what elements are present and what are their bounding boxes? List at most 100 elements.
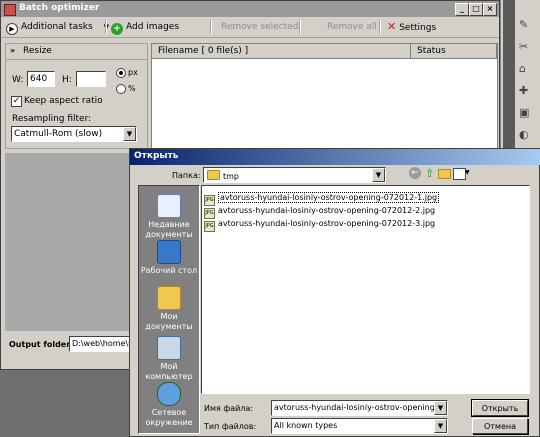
- resize-panel-header[interactable]: » Resize: [6, 44, 147, 60]
- plus-icon: +: [111, 23, 123, 35]
- chevron-down-icon[interactable]: ▼: [372, 168, 385, 182]
- toolbar-separator: [105, 20, 107, 34]
- output-folder-label: Output folder:: [9, 340, 74, 349]
- tool-icon[interactable]: ✎: [519, 18, 535, 32]
- tool-icon[interactable]: ◐: [519, 128, 535, 142]
- file-name-label: Имя файла:: [204, 404, 254, 413]
- dialog-titlebar[interactable]: Открыть: [130, 149, 540, 165]
- file-item[interactable]: JPG avtoruss-hyundai-losiniy-ostrov-openi…: [204, 218, 436, 232]
- file-name: avtoruss-hyundai-losiniy-ostrov-opening-…: [218, 206, 436, 215]
- place-desktop[interactable]: Рабочий стол: [139, 240, 199, 276]
- window-title: Batch optimizer: [19, 3, 100, 13]
- remove-all-button[interactable]: Remove all: [327, 20, 377, 34]
- batch-optimizer-titlebar[interactable]: Batch optimizer _ □ ×: [1, 1, 499, 17]
- folder-icon: [438, 169, 451, 179]
- keep-aspect-checkbox[interactable]: ✓: [11, 96, 22, 107]
- tool-icon[interactable]: ▣: [519, 106, 535, 120]
- toolbar: ▶Additional tasks ▼ +Add images Remove s…: [2, 17, 499, 38]
- new-folder-icon[interactable]: [438, 169, 451, 181]
- my-documents-icon: [157, 286, 181, 310]
- settings-button[interactable]: ✕ Settings: [387, 20, 436, 34]
- file-list[interactable]: Filename [ 0 file(s) ] Status: [151, 43, 498, 151]
- place-label: Мой компьютер: [145, 362, 193, 381]
- unit-px-radio[interactable]: [116, 68, 126, 78]
- place-label: Рабочий стол: [140, 266, 198, 275]
- resampling-value: Catmull-Rom (slow): [14, 129, 103, 139]
- folder-icon: [207, 170, 220, 180]
- play-icon: ▶: [6, 23, 18, 35]
- additional-tasks-label: Additional tasks: [21, 22, 93, 32]
- width-label: W:: [12, 75, 24, 85]
- minimize-button[interactable]: _: [455, 3, 469, 16]
- unit-percent-label: %: [128, 84, 136, 93]
- file-name-input[interactable]: avtoruss-hyundai-losiniy-ostrov-opening-…: [271, 400, 448, 416]
- look-in-select[interactable]: tmp ▼: [203, 167, 386, 183]
- tool-icon[interactable]: ✚: [519, 84, 535, 98]
- up-folder-icon[interactable]: ⇧: [425, 167, 434, 180]
- settings-label: Settings: [399, 23, 437, 33]
- desktop-icon: [157, 240, 181, 264]
- close-button[interactable]: ×: [483, 3, 497, 16]
- keep-aspect-label: Keep aspect ratio: [24, 96, 103, 106]
- tool-icon[interactable]: ✂: [519, 40, 535, 54]
- places-bar: Недавние документы Рабочий стол Мои доку…: [138, 185, 200, 434]
- resampling-label: Resampling filter:: [12, 114, 92, 124]
- status-column-header[interactable]: Status: [411, 44, 497, 59]
- collapse-icon[interactable]: »: [10, 46, 15, 55]
- chevron-down-icon[interactable]: ▼: [123, 127, 136, 141]
- open-file-dialog: Открыть Папка: tmp ▼ ← ⇧ ▼ Недавние доку…: [129, 148, 540, 437]
- toolbar-separator: [210, 20, 212, 34]
- cancel-button[interactable]: Отмена: [472, 418, 528, 434]
- file-name-value: avtoruss-hyundai-losiniy-ostrov-opening-…: [274, 403, 434, 412]
- width-input[interactable]: 640: [27, 71, 55, 87]
- filename-column-header[interactable]: Filename [ 0 file(s) ]: [152, 44, 411, 59]
- file-type-select[interactable]: All known types ▼: [271, 418, 448, 434]
- file-item[interactable]: JPG avtoruss-hyundai-losiniy-ostrov-openi…: [204, 192, 440, 206]
- remove-selected-button[interactable]: Remove selected: [221, 20, 298, 34]
- look-in-value: tmp: [223, 172, 240, 181]
- network-icon: [157, 382, 181, 406]
- add-images-label: Add images: [126, 22, 180, 32]
- maximize-button[interactable]: □: [469, 3, 483, 16]
- remove-all-label: Remove all: [327, 22, 377, 32]
- output-folder-row: Output folder: D:\web\home\r: [5, 335, 131, 355]
- tool-icon[interactable]: ⌂: [519, 62, 535, 76]
- toolbar-separator: [299, 20, 301, 34]
- height-label: H:: [62, 75, 72, 85]
- chevron-down-icon[interactable]: ▼: [434, 401, 447, 415]
- place-my-computer[interactable]: Мой компьютер: [139, 336, 199, 382]
- file-type-label: Тип файлов:: [204, 422, 257, 431]
- look-in-label: Папка:: [172, 171, 201, 180]
- resize-heading: Resize: [23, 46, 52, 56]
- file-browser[interactable]: JPG avtoruss-hyundai-losiniy-ostrov-openi…: [201, 185, 530, 394]
- toolbar-separator: [379, 20, 381, 34]
- file-name: avtoruss-hyundai-losiniy-ostrov-opening-…: [218, 219, 436, 228]
- add-images-button[interactable]: + Add images: [111, 20, 180, 35]
- place-my-documents[interactable]: Мои документы: [139, 286, 199, 332]
- open-button[interactable]: Открыть: [471, 399, 529, 417]
- place-label: Недавние документы: [145, 220, 193, 239]
- additional-tasks-button[interactable]: ▶Additional tasks ▼: [6, 20, 109, 35]
- file-name: avtoruss-hyundai-losiniy-ostrov-opening-…: [218, 192, 440, 203]
- resampling-select[interactable]: Catmull-Rom (slow) ▼: [11, 126, 137, 142]
- image-file-icon: JPG: [204, 221, 215, 232]
- place-label: Мои документы: [145, 312, 193, 331]
- unit-px-label: px: [128, 68, 138, 77]
- place-network[interactable]: Сетевое окружение: [139, 382, 199, 428]
- remove-selected-label: Remove selected: [221, 22, 299, 32]
- unit-percent-radio[interactable]: [116, 84, 126, 94]
- my-computer-icon: [157, 336, 181, 360]
- place-label: Сетевое окружение: [145, 408, 193, 427]
- tools-icon: ✕: [387, 20, 397, 33]
- resize-panel: » Resize W: 640 H: px % ✓ Keep aspect ra…: [5, 43, 148, 149]
- dialog-title: Открыть: [134, 151, 179, 161]
- chevron-down-icon[interactable]: ▼: [465, 169, 470, 176]
- chevron-down-icon[interactable]: ▼: [434, 419, 447, 433]
- recent-documents-icon: [157, 194, 181, 218]
- height-input[interactable]: [76, 71, 106, 87]
- app-icon: [4, 4, 16, 16]
- file-item[interactable]: JPG avtoruss-hyundai-losiniy-ostrov-openi…: [204, 205, 436, 219]
- place-recent-documents[interactable]: Недавние документы: [139, 194, 199, 240]
- back-icon[interactable]: ←: [409, 167, 421, 179]
- output-folder-input[interactable]: D:\web\home\r: [69, 336, 131, 352]
